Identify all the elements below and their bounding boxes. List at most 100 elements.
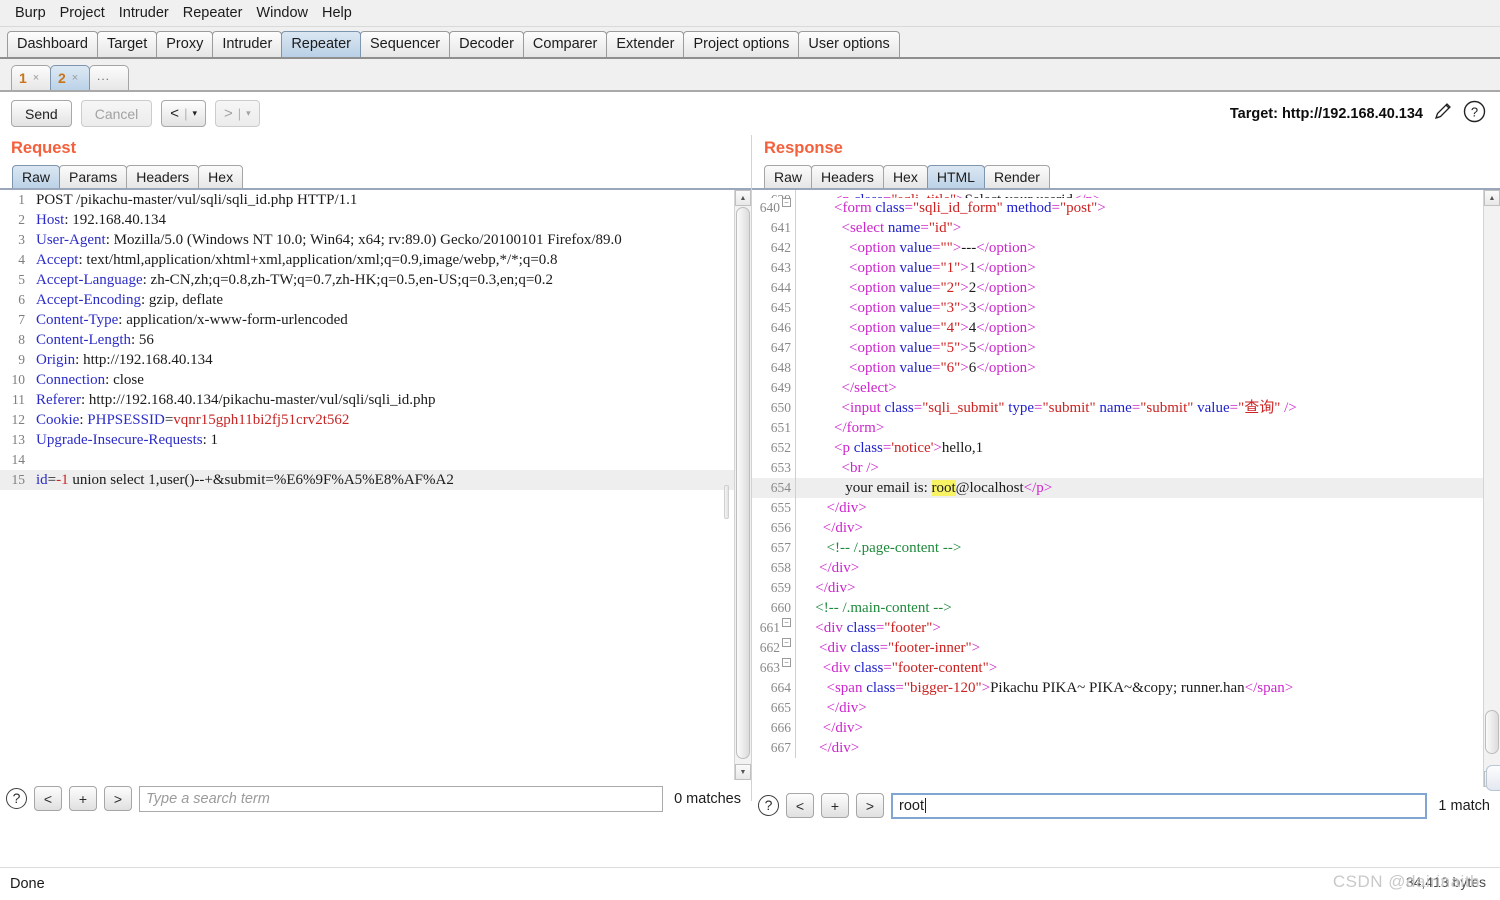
- response-code-line: 639 <p class="sqli_title">Select your us…: [752, 190, 1483, 198]
- request-search-prev-button[interactable]: <: [34, 786, 62, 811]
- tab-proxy[interactable]: Proxy: [156, 31, 214, 57]
- response-pane: Response RawHeadersHexHTMLRender 639 <p …: [752, 135, 1500, 824]
- response-search-input[interactable]: root: [891, 792, 1428, 819]
- close-icon[interactable]: ×: [72, 72, 78, 84]
- response-search-help-icon[interactable]: ?: [758, 795, 779, 816]
- response-line-text: <option value="4">4</option>: [849, 320, 1036, 336]
- request-tab-params[interactable]: Params: [59, 165, 128, 188]
- repeater-tab-1[interactable]: 1 ×: [11, 65, 51, 90]
- menu-item-help[interactable]: Help: [315, 3, 359, 23]
- line-number: 655: [752, 498, 796, 518]
- request-tab-headers[interactable]: Headers: [126, 165, 200, 188]
- response-editor[interactable]: 639 <p class="sqli_title">Select your us…: [752, 190, 1500, 787]
- tab-dashboard[interactable]: Dashboard: [7, 31, 98, 57]
- request-scroll-thumb[interactable]: [736, 207, 750, 759]
- request-editor[interactable]: 1 POST /pikachu-master/vul/sqli/sqli_id.p…: [0, 190, 751, 780]
- response-code-line: 659 </div>: [752, 578, 1483, 598]
- response-code-line: 653 <br />: [752, 458, 1483, 478]
- scroll-up-icon[interactable]: ▲: [1484, 190, 1500, 206]
- line-number: 11: [12, 392, 25, 407]
- tab-comparer[interactable]: Comparer: [522, 31, 608, 57]
- request-code-line: 1 POST /pikachu-master/vul/sqli/sqli_id.p…: [0, 190, 734, 210]
- request-code-line: 15 id=-1 union select 1,user()--+&submit=…: [0, 470, 734, 490]
- request-vertical-scrollbar[interactable]: ▲ ▼: [734, 190, 751, 780]
- send-button[interactable]: Send: [11, 100, 72, 127]
- request-response-split: Request Raw Params Headers Hex 1 POST /pikac…: [0, 135, 1500, 824]
- tab-user-options[interactable]: User options: [798, 31, 900, 57]
- status-bar: Done 34,413 bytes CSDN @dairinaith: [0, 868, 1500, 900]
- menu-item-burp[interactable]: Burp: [8, 3, 53, 23]
- tab-decoder[interactable]: Decoder: [449, 31, 524, 57]
- repeater-new-tab-button[interactable]: ...: [89, 65, 129, 90]
- line-number: 665: [752, 698, 796, 718]
- response-line-text: <div class="footer-content">: [822, 660, 998, 676]
- request-code-area[interactable]: 1 POST /pikachu-master/vul/sqli/sqli_id.p…: [0, 190, 734, 780]
- response-line-text: <p class="sqli_title">Select your userid…: [796, 190, 1456, 198]
- response-line-text: <input class="sqli_submit" type="submit"…: [841, 400, 1297, 416]
- response-line-text: </div>: [815, 580, 856, 596]
- repeater-action-bar: Send Cancel < | ▾ > | ▾ Target: http://1…: [0, 92, 1500, 135]
- request-tab-raw[interactable]: Raw: [12, 165, 61, 188]
- request-search-help-icon[interactable]: ?: [6, 788, 27, 809]
- request-search-next-button[interactable]: >: [104, 786, 132, 811]
- response-line-text: <div class="footer">: [815, 620, 941, 636]
- request-tab-hex[interactable]: Hex: [198, 165, 244, 188]
- line-number: 12: [11, 412, 26, 427]
- response-line-text: </div>: [826, 700, 867, 716]
- tab-project-options[interactable]: Project options: [683, 31, 800, 57]
- request-code-line: 10 Connection: close: [0, 370, 734, 390]
- response-tab-hex[interactable]: Hex: [882, 165, 928, 188]
- response-line-text: <!-- /.main-content -->: [815, 600, 952, 616]
- tab-repeater[interactable]: Repeater: [281, 31, 361, 57]
- request-search-input[interactable]: Type a search term: [139, 785, 664, 812]
- request-code-line: 11 Referer: http://192.168.40.134/pikachu…: [0, 390, 734, 410]
- request-search-add-button[interactable]: +: [69, 786, 97, 811]
- close-icon[interactable]: ×: [33, 72, 39, 84]
- scroll-up-icon[interactable]: ▲: [735, 190, 751, 206]
- response-line-text: <span class="bigger-120">Pikachu PIKA~ P…: [826, 680, 1294, 696]
- response-tab-html[interactable]: HTML: [926, 165, 985, 188]
- response-search-add-button[interactable]: +: [821, 793, 849, 818]
- response-code-line: 661− <div class="footer">: [752, 618, 1483, 638]
- request-line-text: Content-Type: application/x-www-form-url…: [36, 312, 348, 328]
- fold-toggle-icon[interactable]: −: [782, 198, 791, 207]
- line-number: 10: [11, 372, 26, 387]
- fold-toggle-icon[interactable]: −: [782, 618, 791, 627]
- back-button[interactable]: < | ▾: [161, 100, 206, 127]
- tab-intruder[interactable]: Intruder: [212, 31, 283, 57]
- menu-item-intruder[interactable]: Intruder: [112, 3, 176, 23]
- pencil-icon[interactable]: [1432, 100, 1454, 127]
- help-icon[interactable]: ?: [1463, 100, 1486, 128]
- menu-item-repeater[interactable]: Repeater: [176, 3, 250, 23]
- back-arrow-icon: <: [170, 105, 180, 122]
- response-code-line: 648 <option value="6">6</option>: [752, 358, 1483, 378]
- request-code-line: 2 Host: 192.168.40.134: [0, 210, 734, 230]
- repeater-tab-2[interactable]: 2 ×: [50, 65, 90, 90]
- menu-item-project[interactable]: Project: [53, 3, 112, 23]
- collapse-panel-handle[interactable]: [1486, 765, 1500, 791]
- response-code-line: 664 <span class="bigger-120">Pikachu PIK…: [752, 678, 1483, 698]
- response-code-line: 646 <option value="4">4</option>: [752, 318, 1483, 338]
- response-tab-headers[interactable]: Headers: [811, 165, 884, 188]
- tab-target[interactable]: Target: [96, 31, 158, 57]
- menu-item-window[interactable]: Window: [249, 3, 315, 23]
- response-line-text: </form>: [834, 420, 885, 436]
- response-line-text: </div>: [826, 500, 867, 516]
- repeater-tab-label: 2: [58, 70, 66, 86]
- fold-toggle-icon[interactable]: −: [782, 658, 791, 667]
- response-code-area[interactable]: 639 <p class="sqli_title">Select your us…: [752, 190, 1483, 787]
- fold-toggle-icon[interactable]: −: [782, 638, 791, 647]
- response-tab-raw[interactable]: Raw: [764, 165, 813, 188]
- response-scroll-thumb[interactable]: [1485, 710, 1499, 754]
- response-tab-render[interactable]: Render: [983, 165, 1050, 188]
- tab-sequencer[interactable]: Sequencer: [359, 31, 451, 57]
- line-number: 657: [752, 538, 796, 558]
- response-vertical-scrollbar[interactable]: ▲ ▼: [1483, 190, 1500, 787]
- response-line-text: <br />: [841, 460, 879, 476]
- tab-extender[interactable]: Extender: [606, 31, 685, 57]
- response-search-next-button[interactable]: >: [856, 793, 884, 818]
- scroll-down-icon[interactable]: ▼: [735, 764, 751, 780]
- request-split-handle[interactable]: [724, 485, 729, 519]
- line-number: 666: [752, 718, 796, 738]
- response-search-prev-button[interactable]: <: [786, 793, 814, 818]
